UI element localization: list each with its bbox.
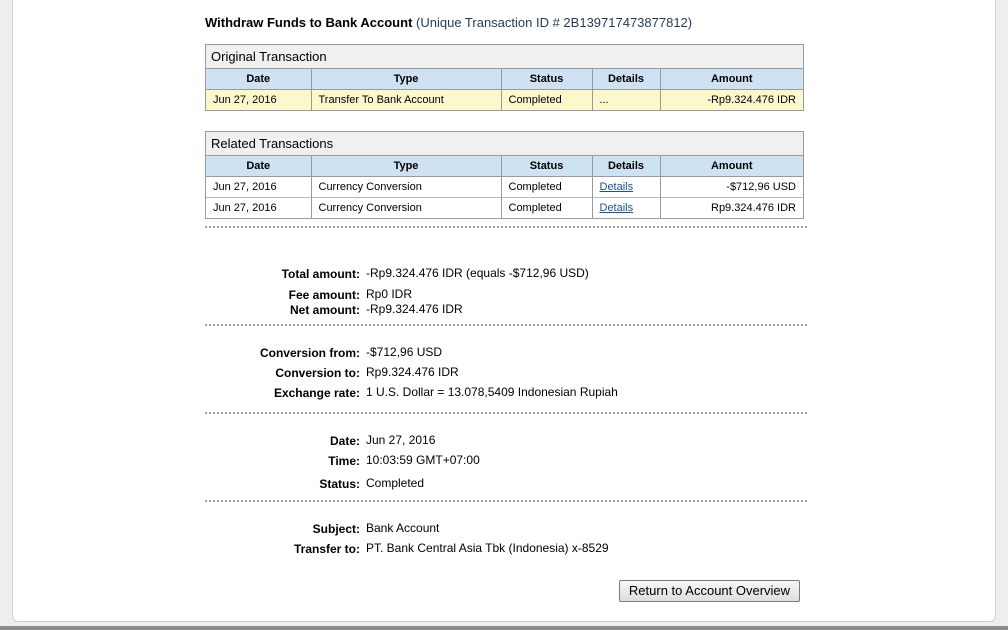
page-title-text: Withdraw Funds to Bank Account <box>205 15 413 30</box>
cell-date: Jun 27, 2016 <box>206 197 312 218</box>
cell-type: Currency Conversion <box>311 197 502 218</box>
total-amount-value: -Rp9.324.476 IDR (equals -$712,96 USD) <box>366 266 589 280</box>
original-transaction-title: Original Transaction <box>206 45 803 69</box>
fee-amount-label: Fee amount: <box>288 288 360 302</box>
cell-date: Jun 27, 2016 <box>206 176 312 198</box>
time-label: Time: <box>328 454 360 468</box>
cell-amount: -$712,96 USD <box>726 181 796 193</box>
date-label: Date: <box>329 434 360 448</box>
cell-status: Completed <box>501 89 593 110</box>
column-header-status: Status <box>501 156 593 177</box>
page-title: Withdraw Funds to Bank Account (Unique T… <box>205 15 692 30</box>
return-to-account-overview-button[interactable]: Return to Account Overview <box>619 580 800 602</box>
total-amount-label: Total amount: <box>281 267 360 281</box>
subject-value: Bank Account <box>366 521 440 535</box>
net-amount-value: -Rp9.324.476 IDR <box>366 302 463 316</box>
exchange-rate-value: 1 U.S. Dollar = 13.078,5409 Indonesian R… <box>366 385 618 399</box>
net-amount-label: Net amount: <box>290 303 360 317</box>
section-divider <box>205 226 807 228</box>
cell-status: Completed <box>501 197 593 218</box>
cell-details: Details <box>592 197 661 218</box>
subject-label: Subject: <box>312 522 360 536</box>
status-value: Completed <box>366 476 425 490</box>
transaction-id: (Unique Transaction ID # 2B1397174738778… <box>416 15 693 30</box>
conversion-to-value: Rp9.324.476 IDR <box>366 365 459 379</box>
table-row: Jun 27, 2016 Currency Conversion Complet… <box>206 197 803 218</box>
fee-amount-value: Rp0 IDR <box>366 287 413 301</box>
column-header-type: Type <box>311 69 502 90</box>
related-transactions-table: Related Transactions Date Type Status De… <box>205 131 804 219</box>
bottom-divider <box>0 626 1008 630</box>
cell-date: Jun 27, 2016 <box>206 89 312 110</box>
section-divider <box>205 500 807 502</box>
cell-amount: Rp9.324.476 IDR <box>660 197 803 218</box>
original-transaction-table: Original Transaction Date Type Status De… <box>205 44 804 111</box>
column-header-details: Details <box>592 69 661 90</box>
cell-amount: -Rp9.324.476 IDR <box>660 89 803 110</box>
transfer-to-value: PT. Bank Central Asia Tbk (Indonesia) x-… <box>366 541 609 555</box>
column-header-amount: Amount <box>660 69 803 90</box>
cell-details: ... <box>592 89 661 110</box>
conversion-to-label: Conversion to: <box>275 366 360 380</box>
column-header-status: Status <box>501 69 593 90</box>
column-header-type: Type <box>311 156 502 177</box>
cell-type: Transfer To Bank Account <box>311 89 502 110</box>
conversion-from-value: -$712,96 USD <box>366 345 443 359</box>
date-value: Jun 27, 2016 <box>366 433 436 447</box>
details-link[interactable]: Details <box>600 181 634 193</box>
column-header-details: Details <box>592 156 661 177</box>
table-row: Jun 27, 2016 Currency Conversion Complet… <box>206 176 803 198</box>
cell-details: Details <box>592 176 661 198</box>
section-divider <box>205 412 807 414</box>
section-divider <box>205 324 807 326</box>
conversion-from-label: Conversion from: <box>259 346 360 360</box>
column-header-date: Date <box>206 69 312 90</box>
exchange-rate-label: Exchange rate: <box>273 386 360 400</box>
cell-status: Completed <box>501 176 593 198</box>
table-row: Jun 27, 2016 Transfer To Bank Account Co… <box>206 89 803 110</box>
cell-type: Currency Conversion <box>311 176 502 198</box>
time-value: 10:03:59 GMT+07:00 <box>366 453 480 467</box>
transfer-to-label: Transfer to: <box>293 542 360 556</box>
column-header-amount: Amount <box>660 156 803 177</box>
details-link[interactable]: Details <box>600 202 634 214</box>
related-transactions-title: Related Transactions <box>206 132 803 156</box>
column-header-date: Date <box>206 156 312 177</box>
status-label: Status: <box>319 477 360 491</box>
